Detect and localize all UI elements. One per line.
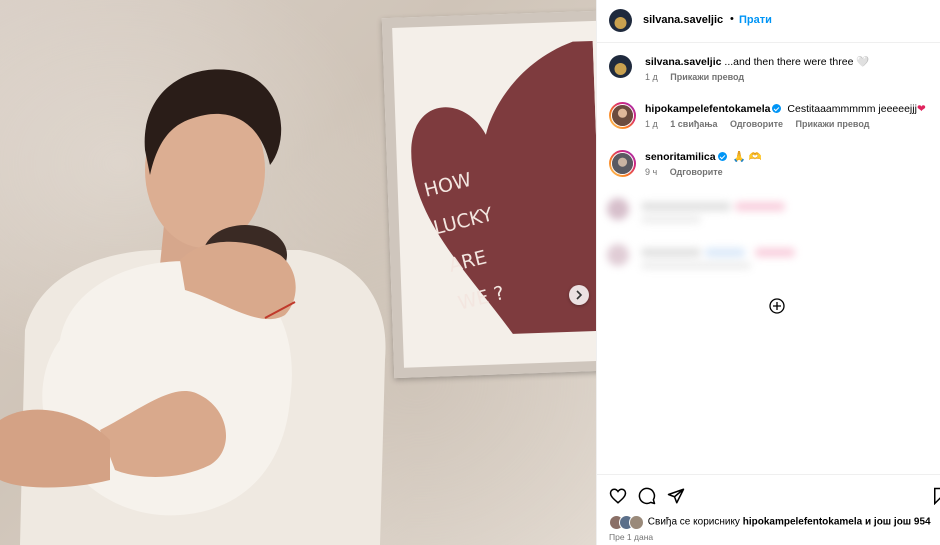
save-button[interactable] [931, 487, 940, 505]
follow-button[interactable]: Прати [739, 14, 772, 26]
comment-text: ...and then there were three [724, 56, 854, 68]
comment-emoji: ❤ [916, 103, 926, 115]
author-username[interactable]: silvana.saveljic [643, 14, 723, 26]
plus-circle-icon [769, 298, 785, 314]
comment-meta: 9 ч Одговорите [645, 167, 733, 177]
caption-text-line: silvana.saveljic ...and then there were … [645, 55, 869, 69]
verified-badge-icon [717, 152, 727, 161]
post-photo: HOW LUCKY ARE WE ? [0, 0, 596, 545]
carousel-next-button[interactable] [569, 285, 589, 305]
likes-prefix: Свиђа се кориснику [647, 516, 740, 528]
likers-avatars[interactable] [609, 515, 645, 530]
comment-time[interactable]: 1 д [645, 72, 658, 82]
load-more-comments-button[interactable] [769, 298, 785, 314]
paper-plane-icon [667, 488, 685, 504]
comment-text: Cestitaaammmmm jeeeeejjj [787, 103, 917, 115]
comment-text-line: hipokampelefentokamela Cestitaaammmmm je… [645, 102, 926, 116]
comment-likes[interactable]: 1 свиђања [670, 119, 717, 129]
post-date[interactable]: Пре 1 дана [609, 532, 653, 542]
comment-emoji: 🤍 [856, 56, 870, 68]
comment-emoji: 🙏 🫶 [732, 151, 762, 163]
comment-bubble-icon [638, 487, 656, 505]
comment-text-line: senoritamilica 🙏 🫶 [645, 150, 762, 164]
see-translation-button[interactable]: Прикажи превод [670, 72, 744, 82]
verified-badge-icon [772, 104, 782, 113]
likes-summary: Свиђа се кориснику hipokampelefentokamel… [609, 515, 931, 530]
post-actions-bar [597, 474, 940, 515]
chevron-right-icon [576, 290, 583, 300]
like-button[interactable] [609, 487, 627, 505]
comment-time[interactable]: 1 д [645, 119, 658, 129]
share-button[interactable] [667, 487, 685, 505]
bookmark-icon [934, 487, 940, 505]
likes-user[interactable]: hipokampelefentokamela [743, 517, 862, 528]
man-holding-baby [0, 69, 386, 545]
comment-time[interactable]: 9 ч [645, 167, 657, 177]
commenter-avatar[interactable] [609, 102, 636, 129]
hidden-comments-placeholder [605, 192, 805, 302]
reply-button[interactable]: Одговорите [730, 119, 783, 129]
separator-dot: • [730, 13, 734, 25]
comment-meta: 1 д Прикажи превод [645, 72, 754, 82]
comment-button[interactable] [638, 487, 656, 505]
caption-avatar[interactable] [609, 55, 632, 78]
likes-count[interactable]: и још још 954 [865, 517, 931, 528]
see-translation-button[interactable]: Прикажи превод [796, 119, 870, 129]
comment-meta: 1 д 1 свиђања Одговорите Прикажи превод [645, 119, 879, 129]
commenter-avatar[interactable] [609, 150, 636, 177]
post-side-panel: silvana.saveljic • Прати silvana.savelji… [596, 0, 940, 545]
author-avatar[interactable] [609, 9, 632, 32]
comment-username[interactable]: senoritamilica [645, 151, 716, 163]
heart-icon [609, 488, 627, 504]
comment-username[interactable]: hipokampelefentokamela [645, 103, 770, 115]
comment-username[interactable]: silvana.saveljic [645, 56, 721, 68]
post-header: silvana.saveljic • Прати [597, 0, 940, 43]
reply-button[interactable]: Одговорите [670, 167, 723, 177]
